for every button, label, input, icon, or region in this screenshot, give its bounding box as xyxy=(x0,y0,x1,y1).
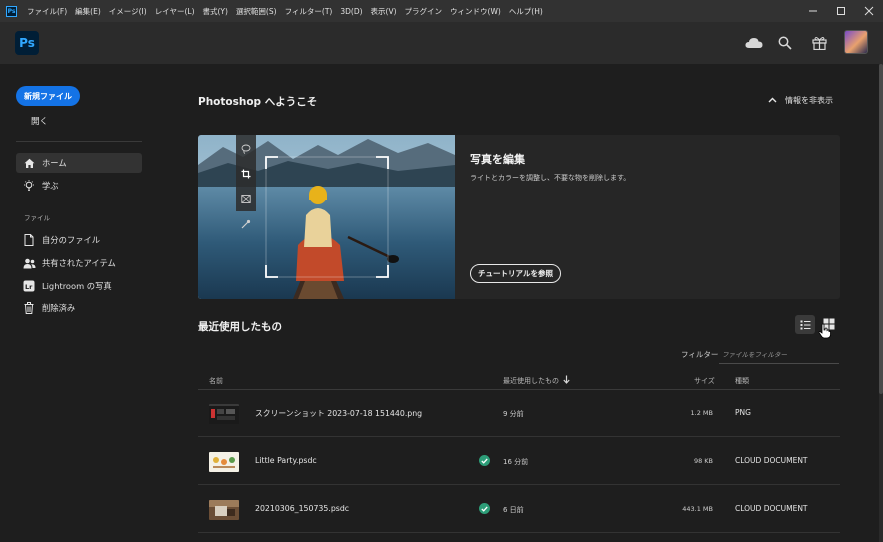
file-modified: 16 分前 xyxy=(503,458,529,466)
scrollbar[interactable] xyxy=(879,64,883,542)
filter-label: フィルター xyxy=(681,350,719,359)
table-row[interactable]: Little Party.psdc 16 分前 98 KB CLOUD DOCU… xyxy=(198,438,840,485)
hand-cursor-icon xyxy=(818,323,832,343)
hide-info-button[interactable]: 情報を非表示 xyxy=(768,95,833,106)
photoshop-logo[interactable]: Ps xyxy=(15,31,39,55)
hero-photo xyxy=(198,135,455,299)
svg-text:Lr: Lr xyxy=(25,283,33,291)
close-icon[interactable] xyxy=(855,0,883,22)
nav-item-label: 学ぶ xyxy=(42,181,59,191)
file-modified: 6 日前 xyxy=(503,506,524,514)
file-size: 443.1 MB xyxy=(682,505,713,513)
nav-item-label: 削除済み xyxy=(42,303,76,313)
app-header: Ps xyxy=(0,22,883,64)
nav-divider xyxy=(16,141,142,142)
new-file-button[interactable]: 新規ファイル xyxy=(16,86,80,106)
hide-info-label: 情報を非表示 xyxy=(785,96,833,105)
menu-view[interactable]: 表示(V) xyxy=(367,6,401,17)
nav-item-my-files[interactable]: 自分のファイル xyxy=(16,230,142,250)
menu-help[interactable]: ヘルプ(H) xyxy=(505,6,547,17)
lightbulb-icon xyxy=(22,180,36,192)
file-thumbnail xyxy=(209,404,239,424)
list-view-button[interactable] xyxy=(795,315,815,334)
files-section-heading: ファイル xyxy=(24,214,50,222)
menu-file[interactable]: ファイル(F) xyxy=(23,6,71,17)
shared-users-icon xyxy=(22,258,36,269)
file-kind: CLOUD DOCUMENT xyxy=(735,456,808,465)
lightroom-icon: Lr xyxy=(22,280,36,292)
column-name[interactable]: 名前 xyxy=(209,376,223,386)
nav-item-label: ホーム xyxy=(42,158,67,168)
column-size[interactable]: サイズ xyxy=(694,376,715,386)
file-modified: 9 分前 xyxy=(503,410,524,418)
photoshop-small-icon: Ps xyxy=(6,5,17,17)
menu-bar: Ps ファイル(F) 編集(E) イメージ(I) レイヤー(L) 書式(Y) 選… xyxy=(0,0,883,22)
crop-icon xyxy=(241,164,251,183)
open-button[interactable]: 開く xyxy=(31,115,48,127)
nav-item-label: Lightroom の写真 xyxy=(42,281,112,291)
nav-item-label: 共有されたアイテム xyxy=(42,258,116,268)
chevron-up-icon xyxy=(768,96,777,105)
menu-3d[interactable]: 3D(D) xyxy=(336,7,366,16)
file-kind: PNG xyxy=(735,408,751,417)
file-size: 1.2 MB xyxy=(690,409,713,417)
hero-description: ライトとカラーを調整し、不要な物を削除します。 xyxy=(470,174,631,182)
menu-select[interactable]: 選択範囲(S) xyxy=(232,6,281,17)
recent-section-title: 最近使用したもの xyxy=(198,321,282,333)
file-name: スクリーンショット 2023-07-18 151440.png xyxy=(255,409,423,418)
left-nav: 新規ファイル 開く ホーム 学ぶ ファイル 自分のファイル 共有されたアイテム … xyxy=(0,64,157,542)
menu-type[interactable]: 書式(Y) xyxy=(199,6,232,17)
nav-item-shared[interactable]: 共有されたアイテム xyxy=(16,253,142,273)
trash-icon xyxy=(22,302,36,314)
search-icon[interactable] xyxy=(775,33,795,53)
menu-layer[interactable]: レイヤー(L) xyxy=(151,6,199,17)
file-name: Little Party.psdc xyxy=(255,456,317,465)
cloud-icon[interactable] xyxy=(744,33,764,53)
file-name: 20210306_150735.psdc xyxy=(255,504,350,513)
menu-window[interactable]: ウィンドウ(W) xyxy=(446,6,505,17)
avatar[interactable] xyxy=(844,30,868,54)
minimize-icon[interactable] xyxy=(799,0,827,22)
document-icon xyxy=(22,234,36,246)
table-row[interactable]: スクリーンショット 2023-07-18 151440.png 9 分前 1.2… xyxy=(198,390,840,437)
file-size: 98 KB xyxy=(693,457,713,465)
hero-title: 写真を編集 xyxy=(470,153,525,166)
file-thumbnail xyxy=(209,500,239,520)
scrollbar-thumb[interactable] xyxy=(879,64,883,394)
column-modified[interactable]: 最近使用したもの xyxy=(503,376,559,386)
nav-item-lightroom[interactable]: Lr Lightroom の写真 xyxy=(16,276,142,296)
file-thumbnail xyxy=(209,452,239,472)
file-kind: CLOUD DOCUMENT xyxy=(735,504,808,513)
list-view-icon xyxy=(800,320,810,329)
lasso-icon xyxy=(241,139,251,158)
menu-image[interactable]: イメージ(I) xyxy=(105,6,151,17)
synced-check-icon xyxy=(479,455,490,466)
synced-check-icon xyxy=(479,503,490,514)
menu-plugins[interactable]: プラグイン xyxy=(401,6,447,17)
gift-icon[interactable] xyxy=(809,33,829,53)
eyedropper-icon xyxy=(241,214,251,233)
nav-item-deleted[interactable]: 削除済み xyxy=(16,298,142,318)
menu-edit[interactable]: 編集(E) xyxy=(71,6,105,17)
view-tutorial-button[interactable]: チュートリアルを参照 xyxy=(470,264,561,283)
nav-item-home[interactable]: ホーム xyxy=(16,153,142,173)
nav-item-label: 自分のファイル xyxy=(42,235,101,245)
maximize-icon[interactable] xyxy=(827,0,855,22)
table-row[interactable]: 20210306_150735.psdc 6 日前 443.1 MB CLOUD… xyxy=(198,486,840,533)
page-title: Photoshop へようこそ xyxy=(198,96,318,108)
frame-icon xyxy=(241,189,251,208)
sort-down-arrow-icon[interactable] xyxy=(563,375,570,386)
home-icon xyxy=(22,158,36,169)
column-kind[interactable]: 種類 xyxy=(735,376,749,386)
nav-item-learn[interactable]: 学ぶ xyxy=(16,176,142,196)
filter-input[interactable] xyxy=(719,346,839,364)
table-header: 名前 最近使用したもの サイズ 種類 xyxy=(198,372,840,390)
menu-filter[interactable]: フィルター(T) xyxy=(281,6,337,17)
